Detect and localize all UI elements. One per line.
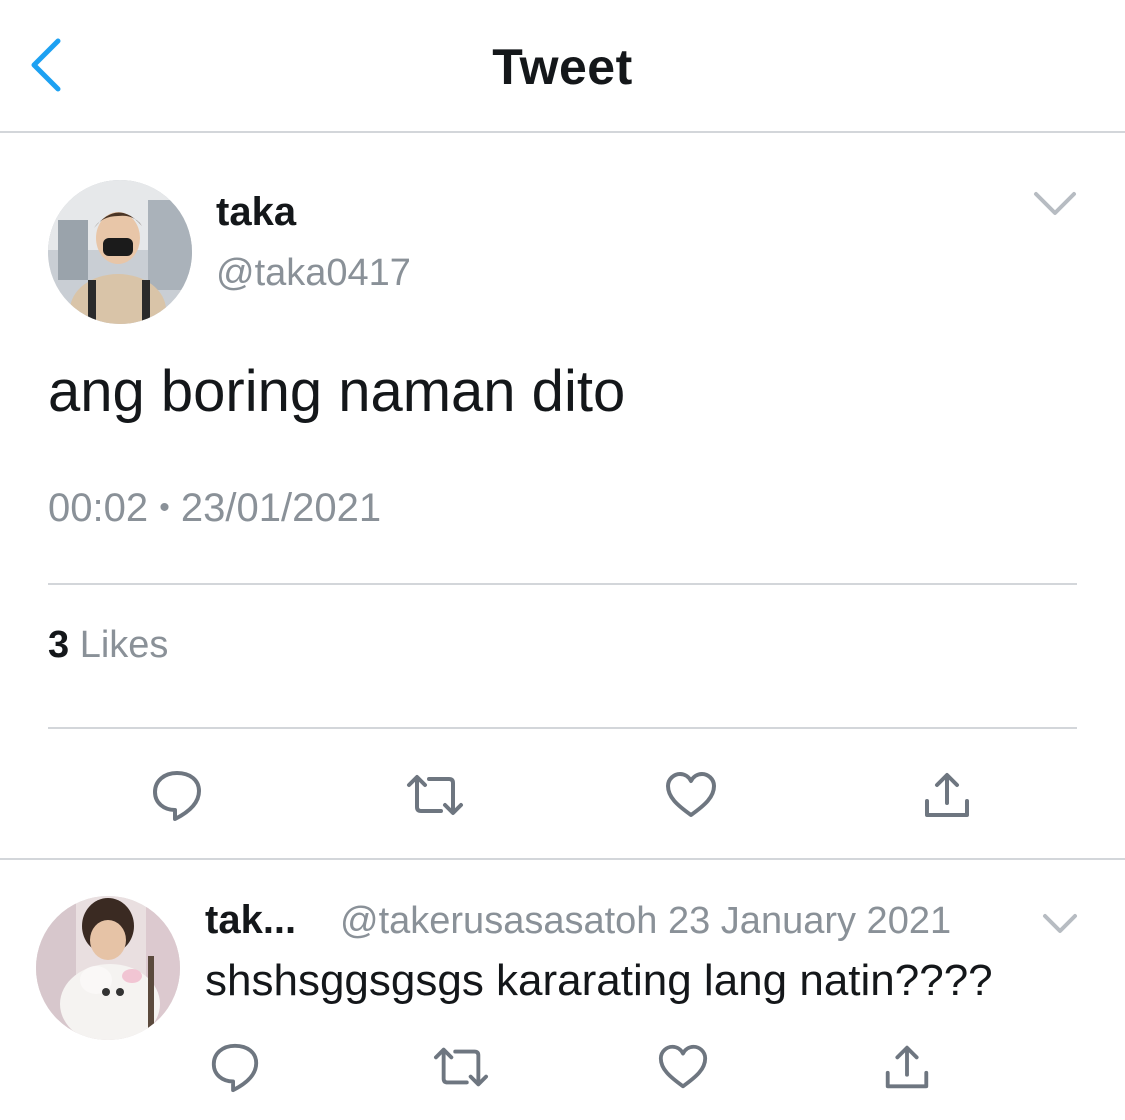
- reply-icon: [211, 1043, 259, 1093]
- retweet-icon: [433, 1047, 488, 1087]
- reply-reply-button[interactable]: [200, 1032, 270, 1102]
- tweet-date: 23/01/2021: [180, 486, 382, 530]
- reply-like-button[interactable]: [648, 1032, 718, 1102]
- share-icon: [885, 1045, 929, 1089]
- author-display-name[interactable]: taka: [216, 190, 296, 235]
- chevron-down-icon: [1043, 914, 1077, 933]
- author-handle[interactable]: @taka0417: [216, 252, 411, 295]
- tweet-text: ang boring naman dito: [48, 359, 626, 424]
- share-icon: [925, 773, 969, 817]
- tweet-time: 00:02: [48, 486, 149, 530]
- retweet-button[interactable]: [400, 760, 470, 830]
- reply-display-name[interactable]: tak...: [205, 898, 296, 943]
- page-title: Tweet: [492, 39, 633, 95]
- reply-share-button[interactable]: [872, 1032, 942, 1102]
- share-button[interactable]: [912, 760, 982, 830]
- chevron-down-icon: [1034, 192, 1076, 215]
- stats-divider-bottom: [48, 727, 1077, 729]
- reply-retweet-button[interactable]: [426, 1032, 496, 1102]
- reply-handle[interactable]: @takerusasasatoh: [340, 900, 657, 942]
- reply-date: 23 January 2021: [667, 900, 952, 942]
- likes-label: Likes: [79, 624, 169, 666]
- tweet-timestamp: 00:02 • 23/01/2021: [48, 486, 381, 531]
- reply-icon: [153, 771, 201, 821]
- stats-divider-top: [48, 583, 1077, 585]
- likes-stat[interactable]: 3 Likes: [48, 624, 168, 667]
- reply-text: shshsggsgsgs kararating lang natin????: [205, 956, 993, 1005]
- reply-divider: [0, 858, 1125, 860]
- like-button[interactable]: [656, 760, 726, 830]
- reply-avatar-photo: [36, 896, 180, 1040]
- reply-avatar[interactable]: [36, 896, 180, 1040]
- avatar[interactable]: [48, 180, 192, 324]
- meta-separator: •: [159, 491, 170, 524]
- likes-count: 3: [48, 624, 70, 666]
- retweet-icon: [407, 775, 463, 815]
- like-icon: [658, 1044, 708, 1089]
- tweet-options-button[interactable]: [1030, 186, 1080, 222]
- reply-meta: @takerusasasatoh 23 January 2021: [340, 900, 951, 943]
- header-divider: [0, 131, 1125, 133]
- reply-button[interactable]: [142, 760, 212, 830]
- like-icon: [666, 772, 716, 817]
- reply-options-button[interactable]: [1040, 908, 1080, 938]
- avatar-photo: [48, 180, 192, 324]
